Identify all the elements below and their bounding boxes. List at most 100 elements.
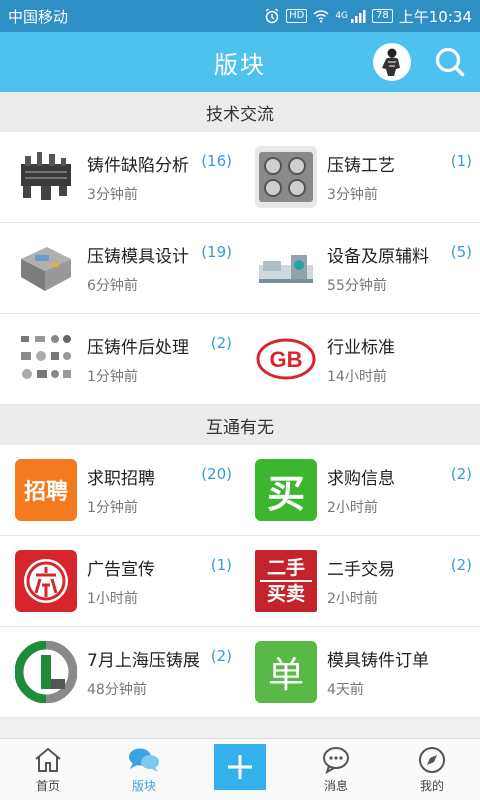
board-name: 压铸件后处理	[87, 337, 189, 358]
board-time: 55分钟前	[327, 277, 387, 294]
board-time: 3分钟前	[87, 186, 138, 203]
search-button[interactable]	[432, 44, 468, 80]
board-time: 4天前	[327, 681, 364, 698]
post-count: (2)	[450, 556, 472, 574]
expo-logo	[15, 641, 77, 703]
buy-icon: 买	[255, 459, 317, 521]
nav-home[interactable]: 首页	[0, 739, 96, 800]
forum-list: 技术交流 铸件缺陷分析 3分钟前 (16) 压铸工艺 3分钟前 (1) 压铸模具…	[0, 92, 480, 738]
post-count: (16)	[201, 152, 232, 170]
nav-label: 我的	[419, 778, 444, 793]
board-name: 压铸模具设计	[87, 246, 189, 267]
hd-icon: HD	[286, 9, 308, 23]
status-bar: 中国移动 HD 4G 78 上午10:34	[0, 0, 480, 32]
board-name: 求职招聘	[87, 468, 155, 489]
board-item-post-processing[interactable]: 压铸件后处理 1分钟前 (2)	[0, 314, 240, 405]
nav-label: 消息	[323, 778, 348, 793]
post-count: (19)	[201, 243, 232, 261]
board-item-equipment[interactable]: 设备及原辅料 55分钟前 (5)	[240, 223, 480, 314]
board-name: 设备及原辅料	[327, 246, 429, 267]
board-name: 行业标准	[327, 337, 395, 358]
section-header-exchange: 互通有无	[0, 405, 480, 445]
board-time: 2小时前	[327, 499, 378, 516]
app-header: 版块	[0, 32, 480, 92]
board-item-ads[interactable]: 广告宣传 1小时前 (1)	[0, 536, 240, 627]
nav-boards[interactable]: 版块	[96, 739, 192, 800]
board-time: 48分钟前	[87, 681, 147, 698]
board-name: 求购信息	[327, 468, 395, 489]
order-icon-text: 单	[267, 655, 304, 696]
plus-icon	[228, 754, 252, 779]
board-name: 二手交易	[327, 559, 395, 580]
message-icon	[323, 746, 349, 774]
section-grid-exchange: 招聘 求职招聘 1分钟前 (20) 买 求购信息 2小时前 (2) 广告宣传 1…	[0, 445, 480, 718]
board-name: 7月上海压铸展	[87, 650, 200, 671]
post-count: (5)	[450, 243, 472, 261]
machine-image	[255, 237, 317, 299]
board-time: 1分钟前	[87, 499, 138, 516]
section-header-tech: 技术交流	[0, 92, 480, 132]
engine-block-image	[255, 146, 317, 208]
status-icons: HD 4G 78 上午10:34	[264, 6, 472, 27]
board-time: 1小时前	[87, 590, 138, 607]
page-title: 版块	[214, 50, 266, 79]
second-hand-icon: 二手 买卖	[255, 550, 317, 612]
board-item-orders[interactable]: 单 模具铸件订单 4天前	[240, 627, 480, 718]
board-item-standards[interactable]: GB 行业标准 14小时前	[240, 314, 480, 405]
post-count: (20)	[201, 465, 232, 483]
second-hand-top-text: 二手	[266, 557, 305, 579]
wifi-icon	[313, 10, 329, 23]
parts-image	[15, 328, 77, 390]
board-item-buy[interactable]: 买 求购信息 2小时前 (2)	[240, 445, 480, 536]
avatar[interactable]	[373, 43, 411, 81]
clock: 上午10:34	[398, 7, 472, 26]
buy-icon-text: 买	[266, 471, 305, 516]
board-item-process[interactable]: 压铸工艺 3分钟前 (1)	[240, 132, 480, 223]
post-button[interactable]	[214, 743, 266, 790]
post-count: (2)	[210, 647, 232, 665]
battery-icon: 78	[372, 9, 393, 23]
carrier-name: 中国移动	[8, 7, 69, 26]
nav-messages[interactable]: 消息	[288, 739, 384, 800]
post-count: (2)	[210, 334, 232, 352]
search-icon	[435, 47, 465, 77]
nav-label: 首页	[35, 778, 60, 793]
board-name: 铸件缺陷分析	[87, 155, 189, 176]
board-name: 模具铸件订单	[327, 650, 429, 671]
board-name: 广告宣传	[87, 559, 155, 580]
board-item-casting-defect[interactable]: 铸件缺陷分析 3分钟前 (16)	[0, 132, 240, 223]
chat-bubbles-icon	[129, 748, 159, 772]
recruit-icon: 招聘	[15, 459, 77, 521]
bottom-nav: 首页 版块 消息 我的	[0, 738, 480, 800]
network-type: 4G	[335, 11, 349, 21]
order-icon: 单	[255, 641, 317, 703]
board-item-second-hand[interactable]: 二手 买卖 二手交易 2小时前 (2)	[240, 536, 480, 627]
board-item-recruit[interactable]: 招聘 求职招聘 1分钟前 (20)	[0, 445, 240, 536]
alarm-icon	[265, 8, 279, 24]
post-count: (1)	[210, 556, 232, 574]
board-name: 压铸工艺	[327, 155, 395, 176]
compass-icon	[419, 746, 445, 773]
casting-defect-image	[15, 146, 77, 208]
board-time: 14小时前	[327, 368, 387, 385]
board-item-expo[interactable]: 7月上海压铸展 48分钟前 (2)	[0, 627, 240, 718]
nav-post[interactable]	[192, 739, 288, 800]
post-count: (1)	[450, 152, 472, 170]
post-count: (2)	[450, 465, 472, 483]
board-time: 1分钟前	[87, 368, 138, 385]
board-item-mold-design[interactable]: 压铸模具设计 6分钟前 (19)	[0, 223, 240, 314]
board-time: 2小时前	[327, 590, 378, 607]
section-grid-tech: 铸件缺陷分析 3分钟前 (16) 压铸工艺 3分钟前 (1) 压铸模具设计 6分…	[0, 132, 480, 405]
board-time: 6分钟前	[87, 277, 138, 294]
signal-icon	[351, 10, 366, 23]
die-mold-image	[15, 237, 77, 299]
home-icon	[35, 747, 61, 772]
second-hand-bottom-text: 买卖	[266, 583, 305, 605]
nav-profile[interactable]: 我的	[384, 739, 480, 800]
recruit-icon-text: 招聘	[23, 480, 68, 505]
ad-icon	[15, 550, 77, 612]
gb-logo-text: GB	[270, 347, 303, 372]
gb-logo: GB	[255, 328, 317, 390]
avatar-figure-icon	[382, 48, 400, 76]
board-time: 3分钟前	[327, 186, 378, 203]
